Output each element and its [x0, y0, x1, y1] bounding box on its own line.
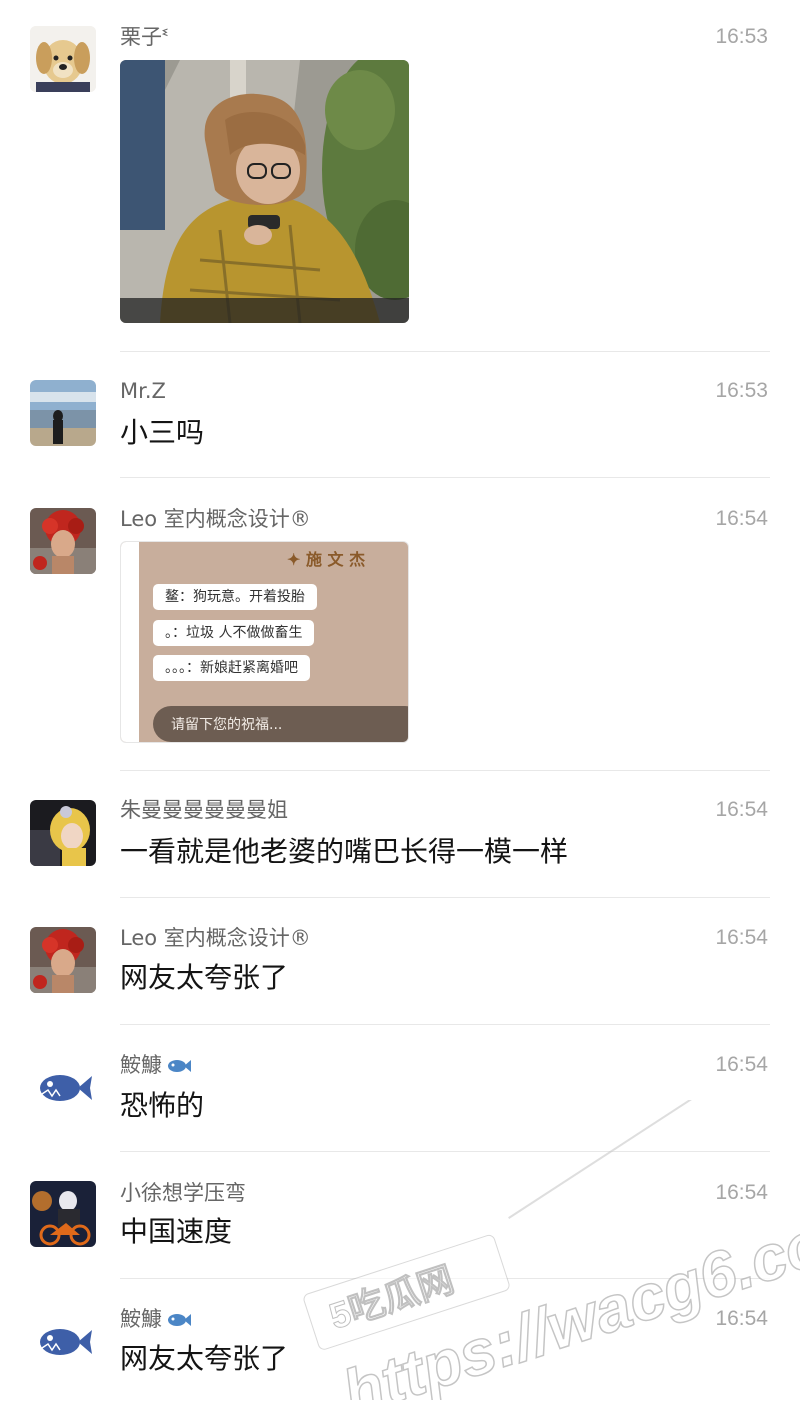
message-text: 网友太夸张了 — [120, 961, 289, 994]
message-time: 16:54 — [715, 1181, 768, 1204]
message-time: 16:54 — [715, 507, 768, 530]
wish-item: 。。。：新娘赶紧离婚吧 — [153, 655, 310, 681]
avatar[interactable] — [30, 927, 96, 993]
card-edge — [121, 542, 139, 742]
fish-avatar[interactable] — [30, 1308, 96, 1374]
message-text: 恐怖的 — [120, 1089, 205, 1122]
sender-name-text: 鮟鱇 — [120, 1053, 162, 1077]
sender-name: 栗子ᓫ — [120, 25, 168, 49]
wish-item: 。：垃圾 人不做做畜生 — [153, 620, 315, 646]
sender-name: Leo 室内概念设计® — [120, 926, 311, 950]
message-time: 16:53 — [715, 25, 768, 48]
divider — [120, 477, 770, 478]
avatar[interactable] — [30, 1181, 96, 1247]
watermark: 5吃瓜网 https://wacg6.com — [303, 1100, 800, 1400]
message-time: 16:53 — [715, 379, 768, 402]
fish-avatar[interactable] — [30, 1054, 96, 1120]
wish-item: 鳌：狗玩意。开着投胎 — [153, 584, 317, 610]
message-time: 16:54 — [715, 1053, 768, 1076]
avatar[interactable] — [30, 800, 96, 866]
divider — [120, 351, 770, 352]
watermark-brand: 5吃瓜网 — [324, 1258, 458, 1337]
wish-input-placeholder: 请留下您的祝福... — [171, 717, 283, 733]
message-time: 16:54 — [715, 798, 768, 821]
sender-name: 鮟鱇 — [120, 1052, 192, 1078]
divider — [120, 1278, 770, 1279]
sender-name: 小徐想学压弯 — [120, 1181, 246, 1205]
message-text: 中国速度 — [120, 1215, 233, 1248]
divider — [120, 1024, 770, 1025]
avatar[interactable] — [30, 380, 96, 446]
wish-input[interactable]: 请留下您的祝福... — [153, 706, 408, 742]
sender-name: Mr.Z — [120, 379, 166, 403]
card-header: ✦ 施 文 杰 — [287, 550, 366, 569]
fish-icon — [168, 1060, 191, 1072]
message-text: 一看就是他老婆的嘴巴长得一模一样 — [120, 835, 569, 868]
video-thumbnail[interactable] — [120, 60, 409, 323]
avatar[interactable] — [30, 26, 96, 92]
wedding-wish-card[interactable]: ✦ 施 文 杰 鳌：狗玩意。开着投胎 。：垃圾 人不做做畜生 。。。：新娘赶紧离… — [120, 541, 409, 743]
message-time: 16:54 — [715, 926, 768, 949]
sender-name-text: 鮟鱇 — [120, 1307, 162, 1331]
message-text: 网友太夸张了 — [120, 1342, 289, 1375]
sender-name: Leo 室内概念设计® — [120, 507, 311, 531]
divider — [120, 1151, 770, 1152]
sender-name: 鮟鱇 — [120, 1306, 192, 1332]
divider — [120, 897, 770, 898]
watermark-url: https://wacg6.com — [334, 1188, 800, 1400]
message-time: 16:54 — [715, 1307, 768, 1330]
message-text: 小三吗 — [120, 416, 205, 449]
sender-name: 朱曼曼曼曼曼曼姐 — [120, 798, 288, 822]
avatar[interactable] — [30, 508, 96, 574]
divider — [120, 770, 770, 771]
fish-icon — [168, 1314, 191, 1326]
